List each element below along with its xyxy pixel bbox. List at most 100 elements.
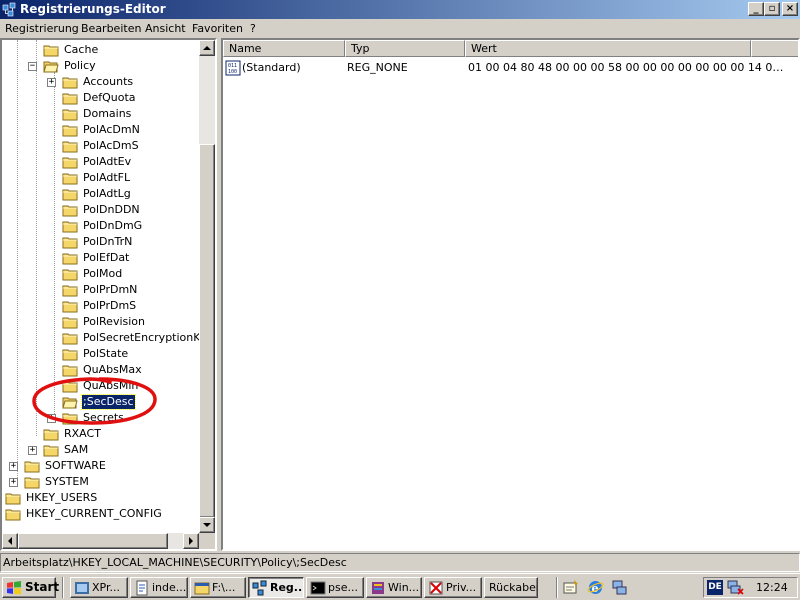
show-desktop-icon[interactable] bbox=[563, 579, 580, 596]
folder-icon bbox=[62, 125, 78, 137]
folder-window-icon bbox=[194, 582, 210, 595]
menu-ansicht[interactable]: Ansicht bbox=[145, 21, 186, 36]
tree-item-poldnddn[interactable]: PolDnDDN bbox=[2, 202, 197, 218]
folder-icon bbox=[62, 349, 78, 361]
tree-item-quabsmax[interactable]: QuAbsMax bbox=[2, 362, 197, 378]
windows-logo-icon bbox=[7, 581, 21, 595]
start-label: Start bbox=[25, 580, 60, 594]
folder-icon bbox=[5, 509, 21, 521]
taskbar-button[interactable]: F:\... bbox=[190, 577, 246, 598]
expand-icon[interactable]: + bbox=[9, 478, 18, 487]
tree-item-poladtev[interactable]: PolAdtEv bbox=[2, 154, 197, 170]
tree-item-label: DefQuota bbox=[83, 91, 136, 104]
folder-icon bbox=[62, 285, 78, 297]
tree-item-hkey-current-config[interactable]: HKEY_CURRENT_CONFIG bbox=[2, 506, 197, 522]
expand-icon[interactable]: + bbox=[28, 446, 37, 455]
scroll-thumb[interactable] bbox=[18, 533, 168, 549]
tree-item-label: PolState bbox=[83, 347, 129, 360]
close-button[interactable]: × bbox=[782, 2, 798, 16]
folder-icon bbox=[62, 173, 78, 185]
tree-item-hkey-users[interactable]: HKEY_USERS bbox=[2, 490, 197, 506]
taskbar-button[interactable]: Reg... bbox=[248, 577, 304, 598]
taskbar-button-label: Win... bbox=[388, 581, 420, 594]
folder-icon bbox=[62, 189, 78, 201]
tree-item-polacdmn[interactable]: PolAcDmN bbox=[2, 122, 197, 138]
scroll-right-button[interactable] bbox=[183, 533, 199, 549]
expand-icon[interactable]: + bbox=[9, 462, 18, 471]
tree-item-domains[interactable]: Domains bbox=[2, 106, 197, 122]
tree-item-secrets[interactable]: + Secrets bbox=[2, 410, 197, 426]
menu-registrierung[interactable]: Registrierung bbox=[5, 21, 79, 36]
value-row[interactable]: 01 10 1 0 (Standard) REG_NONE 01 00 04 8… bbox=[223, 59, 798, 77]
menu-bearbeiten[interactable]: Bearbeiten bbox=[81, 21, 141, 36]
tree-item-cache[interactable]: Cache bbox=[2, 42, 197, 58]
tree-item-label: PolAdtEv bbox=[83, 155, 132, 168]
tree-item-rxact[interactable]: RXACT bbox=[2, 426, 197, 442]
tree-vertical-scrollbar[interactable] bbox=[199, 40, 215, 533]
internet-explorer-icon[interactable]: e bbox=[587, 579, 604, 596]
minimize-button[interactable]: _ bbox=[748, 2, 764, 16]
tree-item-polstate[interactable]: PolState bbox=[2, 346, 197, 362]
column-header-value[interactable]: Wert bbox=[465, 40, 751, 57]
folder-icon bbox=[43, 445, 59, 457]
taskbar-button[interactable]: inde... bbox=[130, 577, 188, 598]
taskbar-button-label: F:\... bbox=[212, 581, 236, 594]
tree-item-policy[interactable]: − Policy bbox=[2, 58, 197, 74]
folder-icon bbox=[24, 477, 40, 489]
tree-item-quabsmin[interactable]: QuAbsMin bbox=[2, 378, 197, 394]
tree-item-polsecretencryptionkey[interactable]: PolSecretEncryptionKey bbox=[2, 330, 213, 346]
tree-item-poladtlg[interactable]: PolAdtLg bbox=[2, 186, 197, 202]
scroll-down-button[interactable] bbox=[199, 517, 215, 533]
network-disconnected-icon[interactable] bbox=[727, 580, 745, 596]
tree-item-polprdmn[interactable]: PolPrDmN bbox=[2, 282, 197, 298]
folder-icon bbox=[62, 381, 78, 393]
collapse-icon[interactable]: − bbox=[28, 62, 37, 71]
expand-icon[interactable]: + bbox=[47, 414, 56, 423]
taskbar-button[interactable]: Priv... bbox=[424, 577, 482, 598]
menu-help[interactable]: ? bbox=[250, 21, 256, 36]
tree-item-accounts[interactable]: + Accounts bbox=[2, 74, 197, 90]
value-data: 01 00 04 80 48 00 00 00 58 00 00 00 00 0… bbox=[468, 61, 784, 74]
folder-icon bbox=[62, 93, 78, 105]
tree-item-polacdms[interactable]: PolAcDmS bbox=[2, 138, 197, 154]
tree-item-polmod[interactable]: PolMod bbox=[2, 266, 197, 282]
menu-favoriten[interactable]: Favoriten bbox=[192, 21, 243, 36]
scroll-thumb[interactable] bbox=[199, 144, 215, 518]
taskbar-button-label: Reg... bbox=[270, 581, 304, 594]
expand-icon[interactable]: + bbox=[47, 78, 56, 87]
value-name: (Standard) bbox=[242, 61, 301, 74]
folder-icon bbox=[62, 301, 78, 313]
scroll-left-button[interactable] bbox=[2, 533, 18, 549]
start-button[interactable]: Start bbox=[2, 577, 60, 598]
key-tree-pane[interactable]: Cache − Policy + Accounts DefQuota Domains PolA… bbox=[0, 38, 217, 551]
tree-item-polefdat[interactable]: PolEfDat bbox=[2, 250, 197, 266]
column-header-type[interactable]: Typ bbox=[345, 40, 465, 57]
network-icon[interactable] bbox=[611, 579, 628, 596]
taskbar-button[interactable]: XPr... bbox=[70, 577, 128, 598]
folder-icon bbox=[5, 493, 21, 505]
tree-horizontal-scrollbar[interactable] bbox=[2, 533, 199, 549]
title-bar[interactable]: Registrierungs-Editor _ ▫ × bbox=[0, 0, 800, 19]
tree-item-poldndmg[interactable]: PolDnDmG bbox=[2, 218, 197, 234]
clock[interactable]: 12:24 bbox=[756, 580, 788, 595]
tree-item-software[interactable]: + SOFTWARE bbox=[2, 458, 197, 474]
tree-item-secdesc[interactable]: ;SecDesc bbox=[2, 394, 197, 410]
taskbar-button[interactable]: Rückaben bbox=[484, 577, 538, 598]
tree-item-poladtfl[interactable]: PolAdtFL bbox=[2, 170, 197, 186]
taskbar-button[interactable]: pse... bbox=[306, 577, 364, 598]
tree-item-sam[interactable]: + SAM bbox=[2, 442, 197, 458]
notepad-icon bbox=[136, 580, 148, 596]
tree-item-defquota[interactable]: DefQuota bbox=[2, 90, 197, 106]
tree-item-polrevision[interactable]: PolRevision bbox=[2, 314, 197, 330]
taskbar-button[interactable]: Win... bbox=[366, 577, 422, 598]
column-header-name[interactable]: Name bbox=[223, 40, 345, 57]
taskbar-button-label: inde... bbox=[152, 581, 187, 594]
value-list-pane[interactable]: Name Typ Wert 01 10 1 0 (Standard) REG_N… bbox=[221, 38, 800, 551]
tree-item-polprdms[interactable]: PolPrDmS bbox=[2, 298, 197, 314]
language-indicator[interactable]: DE bbox=[707, 580, 723, 595]
folder-icon bbox=[62, 157, 78, 169]
scroll-up-button[interactable] bbox=[199, 40, 215, 56]
tree-item-poldntrn[interactable]: PolDnTrN bbox=[2, 234, 197, 250]
restore-button[interactable]: ▫ bbox=[764, 2, 780, 16]
tree-item-system[interactable]: + SYSTEM bbox=[2, 474, 197, 490]
